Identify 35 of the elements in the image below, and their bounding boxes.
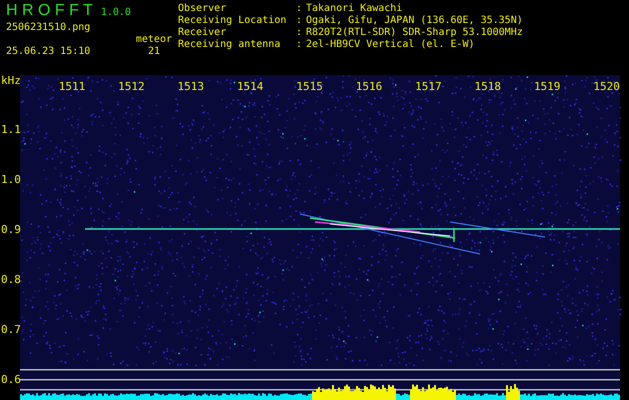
time-axis-label: 1518	[474, 80, 502, 93]
info-separator: :	[296, 39, 304, 51]
time-axis-label: 1519	[534, 80, 560, 93]
info-value: Ogaki, Gifu, JAPAN (136.60E, 35.35N)	[306, 15, 523, 27]
time-axis-label: 1516	[356, 80, 382, 93]
frequency-axis-label: 0.7	[1, 323, 21, 336]
date-time: 25.06.23 15:10	[6, 46, 90, 58]
time-axis-label: 1520	[593, 80, 620, 93]
time-axis-label: 1517	[415, 80, 442, 93]
time-axis-label: 1514	[236, 80, 264, 93]
frequency-axis-label: 0.9	[1, 223, 21, 236]
time-axis-label: 1512	[118, 80, 145, 93]
detection-count: 21	[148, 46, 160, 58]
app-version: 1.0.0	[100, 7, 131, 19]
detection-label: meteor	[136, 34, 172, 46]
time-axis-label: 1513	[178, 80, 204, 93]
frequency-axis-label: 1.0	[1, 173, 21, 186]
time-axis-label: 1511	[58, 80, 86, 93]
frequency-axis-label: 0.6	[1, 373, 21, 386]
info-label: Receiving Location	[178, 15, 288, 27]
axis-unit: kHz	[1, 74, 21, 87]
app-name: H R O F F T	[6, 2, 93, 20]
info-separator: :	[296, 27, 304, 39]
info-separator: :	[296, 3, 304, 15]
info-separator: :	[296, 15, 304, 27]
file-name: 2506231510.png	[6, 22, 90, 34]
info-label: Receiving antenna	[178, 39, 282, 51]
info-label: Receiver	[178, 27, 228, 39]
info-value: 2el-HB9CV Vertical (el. E-W)	[306, 39, 475, 51]
frequency-axis-label: 0.8	[1, 273, 21, 286]
info-value: Takanori Kawachi	[306, 3, 402, 15]
time-axis-label: 1515	[296, 80, 323, 93]
info-label: Observer	[178, 3, 228, 15]
info-value: R820T2(RTL-SDR) SDR-Sharp 53.1000MHz	[306, 27, 523, 39]
frequency-axis-label: 1.1	[1, 123, 21, 136]
